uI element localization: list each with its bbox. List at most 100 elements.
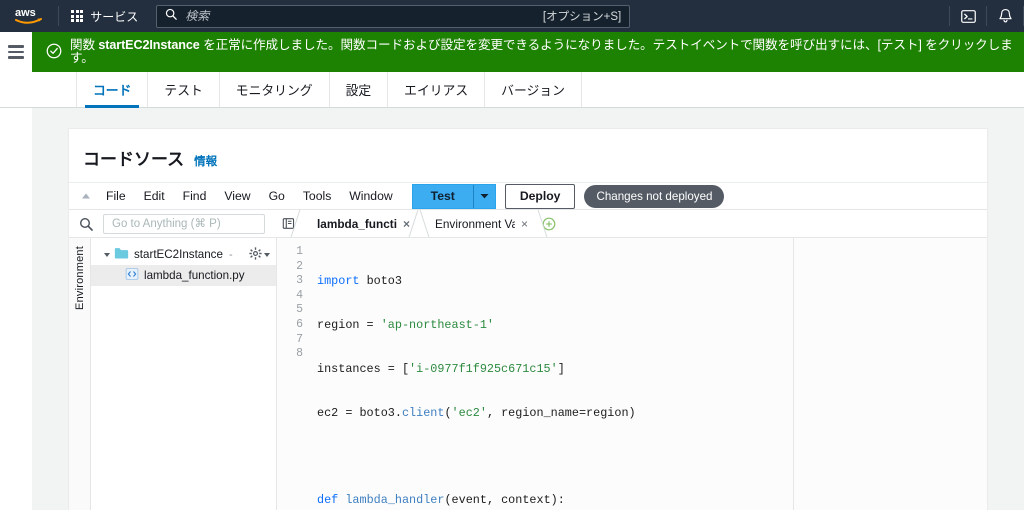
tab-monitoring[interactable]: モニタリング <box>220 72 330 107</box>
goto-anything-input[interactable] <box>103 213 265 234</box>
test-button[interactable]: Test <box>411 183 496 209</box>
tab-code-label: コード <box>93 83 132 98</box>
search-input[interactable] <box>185 9 543 23</box>
tree-row-file[interactable]: lambda_function.py <box>91 265 276 286</box>
file-tree: startEC2Instance - lambda_function.py <box>91 238 277 510</box>
file-tab-lambda-function[interactable]: lambda_function × <box>290 210 430 237</box>
aws-logo[interactable]: aws <box>0 0 58 32</box>
chevron-down-icon[interactable] <box>472 184 495 208</box>
code-content[interactable]: import boto3 region = 'ap-northeast-1' i… <box>309 238 987 510</box>
check-circle-icon <box>46 43 62 62</box>
content-area: コードソース 情報 File Edit Find View Go Tools W… <box>32 108 1024 510</box>
line-number: 5 <box>296 303 303 317</box>
gear-icon <box>249 246 262 263</box>
tab-code[interactable]: コード <box>76 72 149 108</box>
file-tab-environment-variables[interactable]: Environment Vari × <box>408 210 548 237</box>
tree-row-root[interactable]: startEC2Instance - <box>91 244 276 265</box>
ide-subbar: lambda_function × Environment Vari × <box>69 210 987 238</box>
cloudshell-icon[interactable] <box>950 0 986 32</box>
left-rail <box>0 108 32 510</box>
grid-icon <box>71 9 84 23</box>
line-number: 3 <box>296 274 303 288</box>
banner-function-name: startEC2Instance <box>98 38 200 53</box>
ide-toolbar: File Edit Find View Go Tools Window Test… <box>69 183 987 210</box>
menu-view-label: View <box>224 189 251 203</box>
chevron-down-icon-tree[interactable] <box>104 252 110 257</box>
code-line-6: def lambda_handler(event, context): <box>317 493 565 508</box>
tree-root-label: startEC2Instance <box>134 248 223 261</box>
search-icon <box>165 7 177 25</box>
deploy-button[interactable]: Deploy <box>504 183 576 209</box>
tab-test[interactable]: テスト <box>148 72 220 107</box>
tab-settings[interactable]: 設定 <box>330 72 389 107</box>
editor-search-icon[interactable] <box>69 210 103 237</box>
tab-test-label: テスト <box>164 83 203 98</box>
environment-rail-label: Environment <box>73 246 86 310</box>
code-line-1: import boto3 <box>317 274 402 289</box>
cloud9-ide: File Edit Find View Go Tools Window Test… <box>69 182 987 510</box>
menu-tools-label: Tools <box>302 189 332 203</box>
menu-tools[interactable]: Tools <box>294 183 340 209</box>
tab-monitoring-label: モニタリング <box>235 83 313 98</box>
hamburger-menu-icon[interactable] <box>8 45 24 59</box>
line-number-gutter: 1 2 3 4 5 6 7 8 <box>277 238 309 510</box>
menu-file-label: File <box>106 189 126 203</box>
code-line-2: region = 'ap-northeast-1' <box>317 317 494 332</box>
success-banner: 関数 startEC2Instance を正常に作成しました。関数コードおよび設… <box>32 32 1024 72</box>
tree-settings-button[interactable] <box>249 246 270 263</box>
line-number: 1 <box>296 245 303 258</box>
menu-file[interactable]: File <box>97 183 135 209</box>
deploy-button-label: Deploy <box>519 189 561 203</box>
services-menu-button[interactable]: サービス <box>59 0 150 32</box>
search-shortcut-hint: [オプション+S] <box>542 11 622 23</box>
sidebar-toggle-cell <box>0 32 32 72</box>
menu-go-label: Go <box>268 189 285 203</box>
gear-caret-icon <box>264 252 270 257</box>
menu-go[interactable]: Go <box>260 183 294 209</box>
tab-versions[interactable]: バージョン <box>485 72 582 107</box>
menu-find[interactable]: Find <box>174 183 216 209</box>
editor-tabstrip: lambda_function × Environment Vari × <box>265 210 987 237</box>
file-code-icon <box>125 267 139 284</box>
line-number: 6 <box>296 317 303 331</box>
environment-rail[interactable]: Environment <box>69 238 91 510</box>
svg-text:aws: aws <box>15 7 36 19</box>
file-tab-label: lambda_function <box>317 216 397 231</box>
info-link[interactable]: 情報 <box>194 153 217 169</box>
tab-aliases-label: エイリアス <box>404 83 469 98</box>
banner-text-after: を正常に作成しました。関数コードおよび設定を変更できるようになりました。テストイ… <box>70 38 1013 65</box>
folder-icon <box>114 247 129 262</box>
global-search-box[interactable]: [オプション+S] <box>156 4 631 28</box>
banner-row: 関数 startEC2Instance を正常に作成しました。関数コードおよび設… <box>0 32 1024 72</box>
collapse-caret-icon[interactable] <box>75 183 97 209</box>
page-body: コードソース 情報 File Edit Find View Go Tools W… <box>0 108 1024 510</box>
close-icon[interactable]: × <box>403 217 410 231</box>
tab-aliases[interactable]: エイリアス <box>388 72 486 107</box>
aws-top-navigation: aws サービス [オプション+S] <box>0 0 1024 32</box>
code-editor[interactable]: 1 2 3 4 5 6 7 8 import boto3 region = 'a… <box>277 238 987 510</box>
menu-window[interactable]: Window <box>340 183 401 209</box>
tab-versions-label: バージョン <box>501 83 565 98</box>
test-button-label: Test <box>412 184 473 208</box>
page-title: コードソース <box>83 150 185 169</box>
line-number: 4 <box>296 288 303 302</box>
line-number: 7 <box>296 332 303 346</box>
close-icon-2[interactable]: × <box>521 217 528 231</box>
menu-view[interactable]: View <box>215 183 259 209</box>
banner-text: 関数 startEC2Instance を正常に作成しました。関数コードおよび設… <box>70 39 1024 64</box>
line-number: 2 <box>296 259 303 273</box>
bell-icon[interactable] <box>987 0 1023 32</box>
code-line-3: instances = ['i-0977f1f925c671c15'] <box>317 361 565 376</box>
menu-window-label: Window <box>349 189 393 203</box>
function-tabs: コード テスト モニタリング 設定 エイリアス バージョン <box>0 72 1024 108</box>
tab-settings-label: 設定 <box>345 83 372 98</box>
editor-split-divider <box>793 238 794 510</box>
menu-edit[interactable]: Edit <box>135 183 174 209</box>
services-label: サービス <box>90 9 139 24</box>
code-source-panel: コードソース 情報 File Edit Find View Go Tools W… <box>68 128 988 510</box>
tree-file-label: lambda_function.py <box>144 269 245 282</box>
menu-edit-label: Edit <box>143 189 165 203</box>
code-line-4: ec2 = boto3.client('ec2', region_name=re… <box>317 405 636 420</box>
file-tab-label-2: Environment Vari <box>435 216 515 231</box>
